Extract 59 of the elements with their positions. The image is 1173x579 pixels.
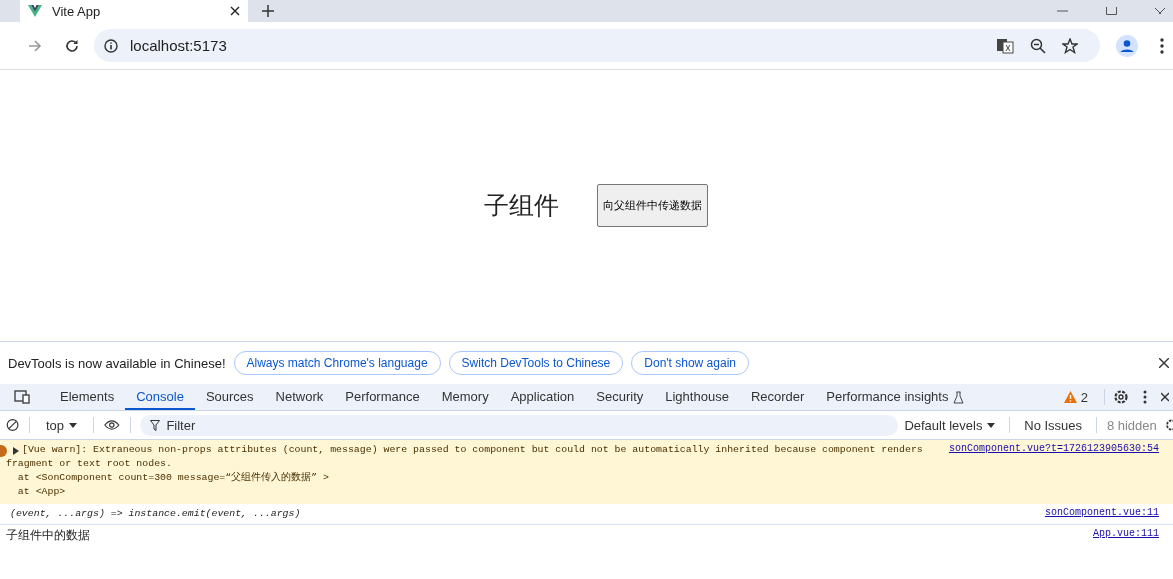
message-text: at <App> — [16, 485, 67, 499]
source-link[interactable]: App.vue:111 — [1093, 528, 1159, 539]
infobar-message: DevTools is now available in Chinese! — [8, 355, 226, 371]
address-bar[interactable]: localhost:5173 — [94, 29, 1100, 62]
profile-icon[interactable] — [1116, 34, 1138, 57]
warning-icon — [1063, 391, 1077, 403]
url-text: localhost:5173 — [130, 37, 227, 54]
browser-tab[interactable]: Vite App — [20, 0, 248, 22]
clear-icon[interactable] — [6, 417, 20, 433]
more-icon[interactable] — [1143, 390, 1147, 404]
translate-icon[interactable] — [996, 37, 1014, 54]
devtools-tab[interactable]: Sources — [194, 384, 265, 410]
menu-icon[interactable] — [1160, 37, 1164, 54]
info-icon — [104, 38, 118, 53]
devtools-tab[interactable]: Elements — [49, 384, 126, 410]
infobar-button[interactable]: Switch DevTools to Chinese — [448, 351, 624, 375]
filter-field[interactable]: Filter — [140, 414, 899, 436]
caret-icon — [69, 422, 78, 428]
filter-icon — [150, 419, 161, 431]
device-toolbar-icon[interactable] — [14, 390, 31, 404]
devtools-tab[interactable]: Memory — [430, 384, 500, 410]
settings-icon[interactable] — [1113, 389, 1129, 405]
source-link[interactable]: sonComponent.vue:11 — [1044, 507, 1159, 518]
eye-icon[interactable] — [103, 419, 120, 431]
devtools-tab[interactable]: Application — [499, 384, 586, 410]
message-text: [Vue warn]: Extraneous non-props attributes (count, message) were passed to component but could not be automatically inherited because component renders — [22, 443, 924, 457]
devtools-tab[interactable]: Lighthouse — [654, 384, 740, 410]
message-text: 子组件中的数据 — [6, 528, 91, 542]
zoom-out-icon[interactable] — [1030, 37, 1046, 54]
devtools-tab[interactable]: Security — [585, 384, 655, 410]
expand-icon[interactable] — [13, 447, 19, 455]
star-icon[interactable] — [1062, 37, 1078, 54]
send-data-button[interactable]: 向父组件中传递数据 — [596, 184, 708, 227]
flask-icon — [953, 390, 965, 404]
settings-icon[interactable] — [1164, 417, 1173, 433]
message-text: fragment or text root nodes. — [6, 457, 173, 471]
forward-icon[interactable] — [28, 38, 42, 53]
source-link[interactable]: sonComponent.vue?t=1726123905630:54 — [948, 443, 1159, 454]
devtools-tab[interactable]: Performance — [334, 384, 431, 410]
page-heading: 子组件 — [483, 190, 559, 222]
infobar-button[interactable]: Always match Chrome's language — [233, 351, 441, 375]
maximize-icon[interactable] — [1106, 7, 1117, 15]
levels-dropdown[interactable]: Default levels — [900, 417, 1000, 433]
hidden-count: 8 hidden — [1106, 417, 1157, 433]
message-text: (event, ...args) => instance.emit(event, ...args) — [10, 507, 302, 521]
warning-count[interactable]: 2 — [1080, 389, 1088, 405]
reload-icon[interactable] — [65, 38, 79, 53]
infobar-button[interactable]: Don't show again — [631, 351, 749, 375]
context-dropdown[interactable]: top — [40, 416, 84, 434]
message-text: at <SonComponent count=300 message=“父组件传入的数据” > — [16, 471, 330, 485]
devtools-tab[interactable]: Performance insights — [815, 384, 960, 410]
new-tab-icon[interactable] — [262, 5, 274, 17]
devtools-tab[interactable]: Network — [264, 384, 335, 410]
warning-icon — [0, 445, 7, 457]
caret-icon — [987, 422, 996, 428]
devtools-tab[interactable]: Recorder — [739, 384, 816, 410]
issues-button[interactable]: No Issues — [1020, 417, 1087, 433]
v-logo-icon — [28, 5, 42, 17]
devtools-tab[interactable]: Console — [125, 384, 195, 410]
